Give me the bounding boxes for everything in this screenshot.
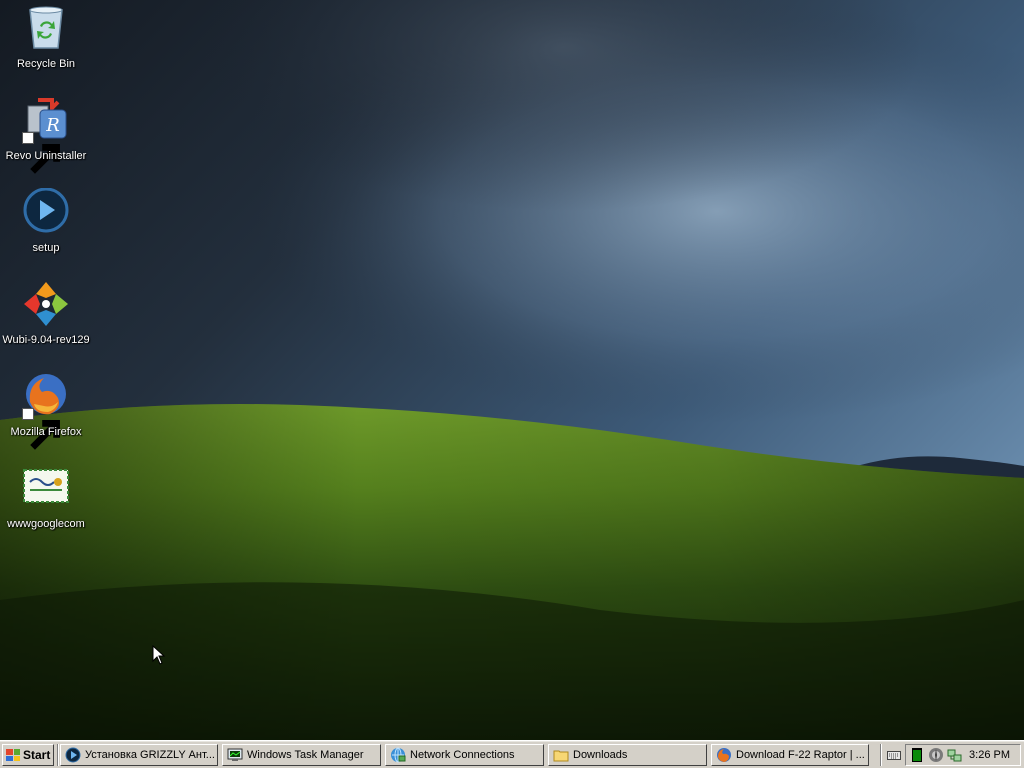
start-label: Start [23,748,51,762]
taskbar: Start Установка GRIZZLY Ант... Windows T… [0,740,1024,768]
setup-icon [65,747,81,763]
firefox-icon [22,372,70,450]
desktop-icon-revo-uninstaller[interactable]: R Revo Uninstaller [0,96,92,176]
task-manager-icon [227,747,243,763]
task-label: Установка GRIZZLY Ант... [85,749,215,761]
start-button[interactable]: Start [2,744,54,766]
desktop-icon-label: Wubi-9.04-rev129 [2,334,90,346]
desktop-icon-mozilla-firefox[interactable]: Mozilla Firefox [0,372,92,452]
taskbar-separator [57,744,59,766]
wallpaper [0,0,1024,740]
task-button-downloads[interactable]: Downloads [548,744,707,766]
desktop-icon-wubi[interactable]: Wubi-9.04-rev129 [0,280,92,360]
cpu-meter-icon[interactable] [909,747,925,763]
desktop[interactable]: Recycle Bin R Revo Uninstaller setup Wub… [0,0,1024,740]
firefox-icon [716,747,732,763]
play-icon [22,188,70,236]
desktop-icon-label: Mozilla Firefox [10,426,82,438]
shortcut-arrow-icon [22,132,60,174]
task-button-firefox-download[interactable]: Download F-22 Raptor | ... [711,744,869,766]
task-label: Download F-22 Raptor | ... [736,749,865,761]
desktop-icon-recycle-bin[interactable]: Recycle Bin [0,4,92,84]
network-icon [390,747,406,763]
task-button-task-manager[interactable]: Windows Task Manager [222,744,381,766]
keyboard-icon[interactable] [887,749,901,761]
desktop-icon-setup[interactable]: setup [0,188,92,268]
taskbar-separator [880,744,882,766]
certificate-icon [22,464,70,512]
wubi-icon [22,280,70,328]
recycle-bin-icon [22,4,70,52]
windows-flag-icon [6,749,20,761]
antivirus-icon[interactable] [928,747,944,763]
network-tray-icon[interactable] [947,747,963,763]
desktop-icon-label: Recycle Bin [16,58,76,70]
task-label: Downloads [573,749,628,761]
shortcut-arrow-icon [22,408,60,450]
desktop-icon-label: wwwgooglecom [7,518,85,530]
task-button-network-connections[interactable]: Network Connections [385,744,544,766]
revo-uninstaller-icon: R [22,96,70,174]
folder-icon [553,747,569,763]
desktop-icon-label: setup [32,242,60,254]
task-button-grizzly-setup[interactable]: Установка GRIZZLY Ант... [60,744,218,766]
desktop-icon-wwwgooglecom[interactable]: wwwgooglecom [0,464,92,544]
desktop-icon-label: Revo Uninstaller [5,150,87,162]
task-label: Windows Task Manager [247,749,364,761]
task-label: Network Connections [410,749,515,761]
mouse-pointer-icon [152,645,166,665]
system-tray: 3:26 PM [905,744,1021,766]
tray-clock[interactable]: 3:26 PM [969,749,1010,761]
